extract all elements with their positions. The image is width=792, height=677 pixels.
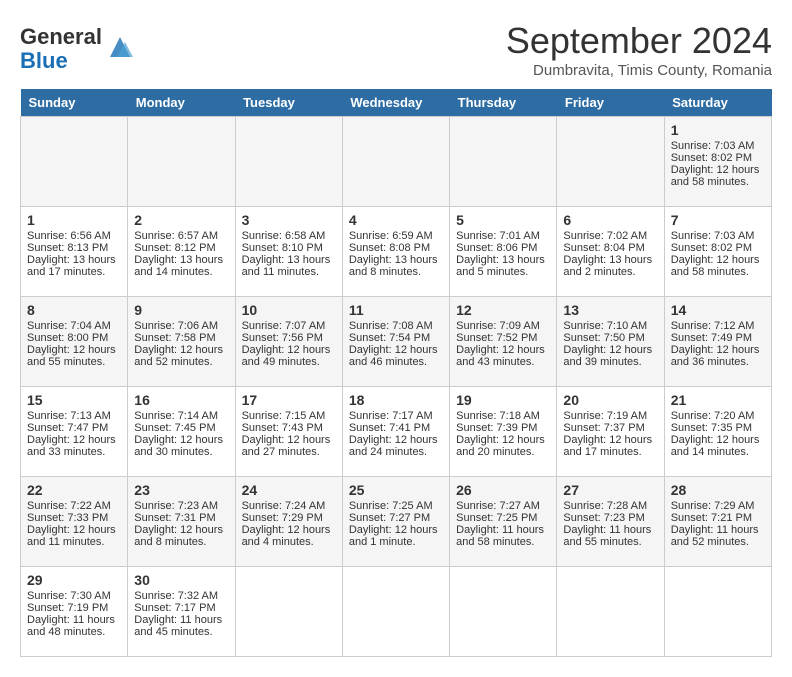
- table-row: 10Sunrise: 7:07 AMSunset: 7:56 PMDayligh…: [235, 297, 342, 387]
- table-row: 1Sunrise: 6:56 AMSunset: 8:13 PMDaylight…: [21, 207, 128, 297]
- table-row: [235, 117, 342, 207]
- table-row: 6Sunrise: 7:02 AMSunset: 8:04 PMDaylight…: [557, 207, 664, 297]
- page-header: General Blue September 2024 Dumbravita, …: [20, 20, 772, 79]
- table-row: 11Sunrise: 7:08 AMSunset: 7:54 PMDayligh…: [342, 297, 449, 387]
- title-section: September 2024 Dumbravita, Timis County,…: [506, 20, 772, 79]
- table-row: [21, 117, 128, 207]
- location: Dumbravita, Timis County, Romania: [506, 62, 772, 79]
- table-row: 14Sunrise: 7:12 AMSunset: 7:49 PMDayligh…: [664, 297, 771, 387]
- table-row: [342, 117, 449, 207]
- col-sunday: Sunday: [21, 89, 128, 117]
- logo: General Blue: [20, 25, 135, 73]
- table-row: 19Sunrise: 7:18 AMSunset: 7:39 PMDayligh…: [450, 387, 557, 477]
- col-saturday: Saturday: [664, 89, 771, 117]
- table-row: [557, 117, 664, 207]
- table-row: 23Sunrise: 7:23 AMSunset: 7:31 PMDayligh…: [128, 477, 235, 567]
- col-monday: Monday: [128, 89, 235, 117]
- logo-icon: [105, 32, 135, 62]
- table-row: 9Sunrise: 7:06 AMSunset: 7:58 PMDaylight…: [128, 297, 235, 387]
- table-row: 16Sunrise: 7:14 AMSunset: 7:45 PMDayligh…: [128, 387, 235, 477]
- logo-general: General: [20, 24, 102, 49]
- col-thursday: Thursday: [450, 89, 557, 117]
- month-title: September 2024: [506, 20, 772, 62]
- table-row: 24Sunrise: 7:24 AMSunset: 7:29 PMDayligh…: [235, 477, 342, 567]
- col-tuesday: Tuesday: [235, 89, 342, 117]
- col-friday: Friday: [557, 89, 664, 117]
- table-row: 18Sunrise: 7:17 AMSunset: 7:41 PMDayligh…: [342, 387, 449, 477]
- table-row: 2Sunrise: 6:57 AMSunset: 8:12 PMDaylight…: [128, 207, 235, 297]
- logo-blue: Blue: [20, 48, 68, 73]
- table-row: 12Sunrise: 7:09 AMSunset: 7:52 PMDayligh…: [450, 297, 557, 387]
- table-row: 20Sunrise: 7:19 AMSunset: 7:37 PMDayligh…: [557, 387, 664, 477]
- calendar-header-row: Sunday Monday Tuesday Wednesday Thursday…: [21, 89, 772, 117]
- table-row: 26Sunrise: 7:27 AMSunset: 7:25 PMDayligh…: [450, 477, 557, 567]
- logo-text: General Blue: [20, 25, 102, 73]
- table-row: 22Sunrise: 7:22 AMSunset: 7:33 PMDayligh…: [21, 477, 128, 567]
- table-row: 4Sunrise: 6:59 AMSunset: 8:08 PMDaylight…: [342, 207, 449, 297]
- table-row: 5Sunrise: 7:01 AMSunset: 8:06 PMDaylight…: [450, 207, 557, 297]
- col-wednesday: Wednesday: [342, 89, 449, 117]
- table-row: 13Sunrise: 7:10 AMSunset: 7:50 PMDayligh…: [557, 297, 664, 387]
- calendar-table: Sunday Monday Tuesday Wednesday Thursday…: [20, 89, 772, 657]
- table-row: 7Sunrise: 7:03 AMSunset: 8:02 PMDaylight…: [664, 207, 771, 297]
- table-row: 28Sunrise: 7:29 AMSunset: 7:21 PMDayligh…: [664, 477, 771, 567]
- table-row: 21Sunrise: 7:20 AMSunset: 7:35 PMDayligh…: [664, 387, 771, 477]
- table-row: 3Sunrise: 6:58 AMSunset: 8:10 PMDaylight…: [235, 207, 342, 297]
- table-row: 1Sunrise: 7:03 AMSunset: 8:02 PMDaylight…: [664, 117, 771, 207]
- table-row: 15Sunrise: 7:13 AMSunset: 7:47 PMDayligh…: [21, 387, 128, 477]
- table-row: 25Sunrise: 7:25 AMSunset: 7:27 PMDayligh…: [342, 477, 449, 567]
- table-row: [128, 117, 235, 207]
- table-row: 17Sunrise: 7:15 AMSunset: 7:43 PMDayligh…: [235, 387, 342, 477]
- table-row: [450, 117, 557, 207]
- table-row: 27Sunrise: 7:28 AMSunset: 7:23 PMDayligh…: [557, 477, 664, 567]
- table-row: 8Sunrise: 7:04 AMSunset: 8:00 PMDaylight…: [21, 297, 128, 387]
